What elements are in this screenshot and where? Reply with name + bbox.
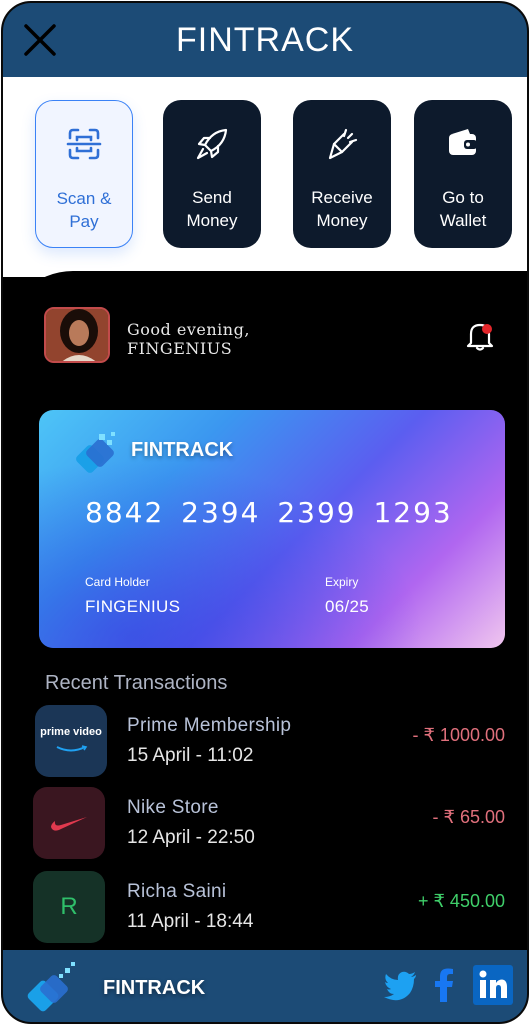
receive-icon [293, 126, 391, 160]
prime-video-logo-icon: prime video [35, 705, 107, 777]
app-header: FINTRACK [3, 3, 527, 77]
action-label: Scan & Pay [56, 189, 112, 231]
contact-initial-avatar: R [33, 871, 105, 943]
card-holder-name: FINGENIUS [85, 597, 181, 616]
action-label: Go to Wallet [439, 188, 487, 230]
action-label: Send Money [186, 188, 238, 230]
nike-logo-icon [33, 787, 105, 859]
facebook-icon[interactable] [427, 967, 463, 1003]
rocket-icon [163, 126, 261, 160]
fintrack-logo-icon [25, 960, 81, 1016]
wallet-icon [414, 126, 512, 160]
transaction-row[interactable]: prime video Prime Membership 15 April - … [3, 705, 527, 779]
transaction-amount: - ₹ 1000.00 [412, 725, 505, 745]
avatar[interactable] [44, 307, 110, 363]
transaction-row[interactable]: Nike Store 12 April - 22:50 - ₹ 65.00 [3, 787, 527, 861]
recent-transactions-title: Recent Transactions [45, 672, 228, 694]
quick-actions: Scan & Pay Send Money Receive Money Go t… [3, 77, 527, 277]
app-footer: FINTRACK [3, 950, 527, 1022]
scan-icon [36, 127, 132, 161]
go-to-wallet-button[interactable]: Go to Wallet [414, 100, 512, 248]
linkedin-icon[interactable] [473, 965, 513, 1005]
card-expiry-label: Expiry [325, 575, 359, 589]
action-label: Receive Money [311, 188, 373, 230]
phone-frame: FINTRACK Scan & Pay Send Money Receive M… [1, 1, 529, 1024]
transaction-name: Richa Saini [127, 881, 227, 902]
card-holder-label: Card Holder [85, 575, 150, 589]
transaction-amount: + ₹ 450.00 [417, 891, 505, 911]
transaction-name: Prime Membership [127, 715, 292, 736]
prime-video-logo-text: prime video [40, 725, 102, 738]
scan-and-pay-button[interactable]: Scan & Pay [35, 100, 133, 248]
receive-money-button[interactable]: Receive Money [293, 100, 391, 248]
transaction-date: 11 April - 18:44 [127, 911, 254, 932]
twitter-icon[interactable] [383, 967, 419, 1003]
transaction-date: 15 April - 11:02 [127, 745, 254, 766]
card-expiry: 06/25 [325, 597, 370, 616]
notification-bell-icon[interactable] [465, 319, 495, 351]
credit-card[interactable]: FINTRACK 8842 2394 2399 1293 Card Holder… [39, 410, 505, 648]
greeting-text: Good evening, [127, 320, 250, 339]
card-brand: FINTRACK [131, 439, 234, 461]
transaction-row[interactable]: R Richa Saini 11 April - 18:44 + ₹ 450.0… [3, 871, 527, 945]
fintrack-logo-icon [73, 428, 125, 480]
transaction-name: Nike Store [127, 797, 219, 818]
card-number: 8842 2394 2399 1293 [85, 496, 453, 529]
user-name: FINGENIUS [127, 339, 233, 358]
app-title: FINTRACK [176, 21, 354, 59]
footer-brand: FINTRACK [103, 977, 206, 999]
transaction-amount: - ₹ 65.00 [432, 807, 506, 827]
send-money-button[interactable]: Send Money [163, 100, 261, 248]
contact-initial: R [60, 893, 78, 920]
transaction-date: 12 April - 22:50 [127, 827, 255, 848]
greeting: Good evening, FINGENIUS [127, 320, 250, 358]
